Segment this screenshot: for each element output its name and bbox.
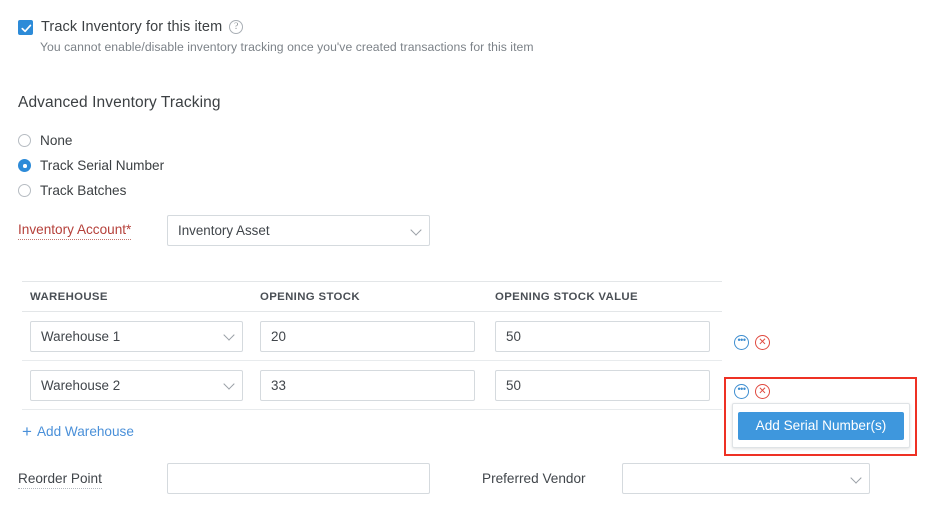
radio-none-label: None <box>40 133 73 148</box>
cell-warehouse-2: Warehouse 2 <box>22 369 260 401</box>
plus-icon: + <box>22 422 32 441</box>
close-circle-icon-row2[interactable]: ✕ <box>755 384 770 399</box>
warehouse-select-row2[interactable]: Warehouse 2 <box>30 369 243 401</box>
track-inventory-checkbox[interactable] <box>18 19 33 35</box>
cell-warehouse-1: Warehouse 1 <box>22 320 260 352</box>
table-row: Warehouse 1 20 50 <box>22 312 722 361</box>
ellipsis-circle-icon-row2[interactable]: ••• <box>734 384 749 399</box>
warehouse-table-header: WAREHOUSE OPENING STOCK OPENING STOCK VA… <box>22 281 722 312</box>
help-circle-icon[interactable]: ? <box>229 20 244 34</box>
opening-stock-value-input-row1[interactable]: 50 <box>495 320 710 352</box>
cell-opening-stock-value-2: 50 <box>495 369 722 401</box>
serial-number-popup: Add Serial Number(s) <box>732 403 910 448</box>
track-inventory-label: Track Inventory for this item <box>41 19 223 35</box>
track-inventory-block: Track Inventory for this item ? You cann… <box>18 19 534 54</box>
radio-option-track-batches[interactable]: Track Batches <box>18 180 164 201</box>
warehouse-value-row1: Warehouse 1 <box>41 328 121 344</box>
radio-track-serial-number-indicator[interactable] <box>18 159 31 172</box>
opening-stock-value-amount-row2: 50 <box>506 377 521 393</box>
ellipsis-circle-icon-row1[interactable]: ••• <box>734 335 749 350</box>
preferred-vendor-select[interactable] <box>622 463 870 494</box>
preferred-vendor-label: Preferred Vendor <box>482 471 586 486</box>
row-actions-row1: ••• ✕ <box>734 335 770 350</box>
cell-opening-stock-value-1: 50 <box>495 320 722 352</box>
warehouse-select-row1[interactable]: Warehouse 1 <box>30 320 243 352</box>
chevron-down-icon <box>410 223 422 236</box>
opening-stock-value-row1: 20 <box>271 328 286 344</box>
chevron-down-icon <box>850 471 862 484</box>
ellipsis-glyph-row1: ••• <box>737 334 746 345</box>
cell-opening-stock-1: 20 <box>260 320 495 352</box>
column-header-opening-stock: OPENING STOCK <box>260 290 360 303</box>
cell-opening-stock-2: 33 <box>260 369 495 401</box>
reorder-point-label: Reorder Point <box>18 471 102 489</box>
radio-option-track-serial-number[interactable]: Track Serial Number <box>18 155 164 176</box>
column-header-warehouse: WAREHOUSE <box>30 290 108 303</box>
radio-none-indicator[interactable] <box>18 134 31 147</box>
opening-stock-value-row2: 33 <box>271 377 286 393</box>
radio-option-none[interactable]: None <box>18 130 164 151</box>
warehouse-value-row2: Warehouse 2 <box>41 377 121 393</box>
radio-track-serial-number-label: Track Serial Number <box>40 158 165 173</box>
add-warehouse-label: Add Warehouse <box>36 424 134 439</box>
add-warehouse-button[interactable]: + Add Warehouse <box>22 423 134 440</box>
reorder-point-input[interactable] <box>167 463 430 494</box>
opening-stock-input-row1[interactable]: 20 <box>260 320 475 352</box>
inventory-account-label: Inventory Account* <box>18 222 132 240</box>
column-header-opening-stock-value: OPENING STOCK VALUE <box>495 290 638 303</box>
opening-stock-input-row2[interactable]: 33 <box>260 369 475 401</box>
chevron-down-icon <box>223 329 235 341</box>
chevron-down-icon <box>223 378 235 390</box>
row-actions-row2: ••• ✕ <box>734 384 770 399</box>
ellipsis-glyph-row2: ••• <box>737 383 746 394</box>
table-row: Warehouse 2 33 50 <box>22 361 722 410</box>
close-circle-icon-row1[interactable]: ✕ <box>755 335 770 350</box>
track-inventory-row[interactable]: Track Inventory for this item ? <box>18 19 534 35</box>
inventory-account-value: Inventory Asset <box>178 223 270 238</box>
radio-track-batches-label: Track Batches <box>40 183 127 198</box>
advanced-tracking-radio-group: None Track Serial Number Track Batches <box>18 130 164 205</box>
track-inventory-note: You cannot enable/disable inventory trac… <box>40 40 534 54</box>
opening-stock-value-amount-row1: 50 <box>506 328 521 344</box>
inventory-account-select[interactable]: Inventory Asset <box>167 215 430 246</box>
advanced-tracking-title: Advanced Inventory Tracking <box>18 94 221 111</box>
opening-stock-value-input-row2[interactable]: 50 <box>495 369 710 401</box>
add-serial-numbers-button[interactable]: Add Serial Number(s) <box>738 411 904 440</box>
radio-track-batches-indicator[interactable] <box>18 184 31 197</box>
warehouse-table: WAREHOUSE OPENING STOCK OPENING STOCK VA… <box>22 281 722 410</box>
